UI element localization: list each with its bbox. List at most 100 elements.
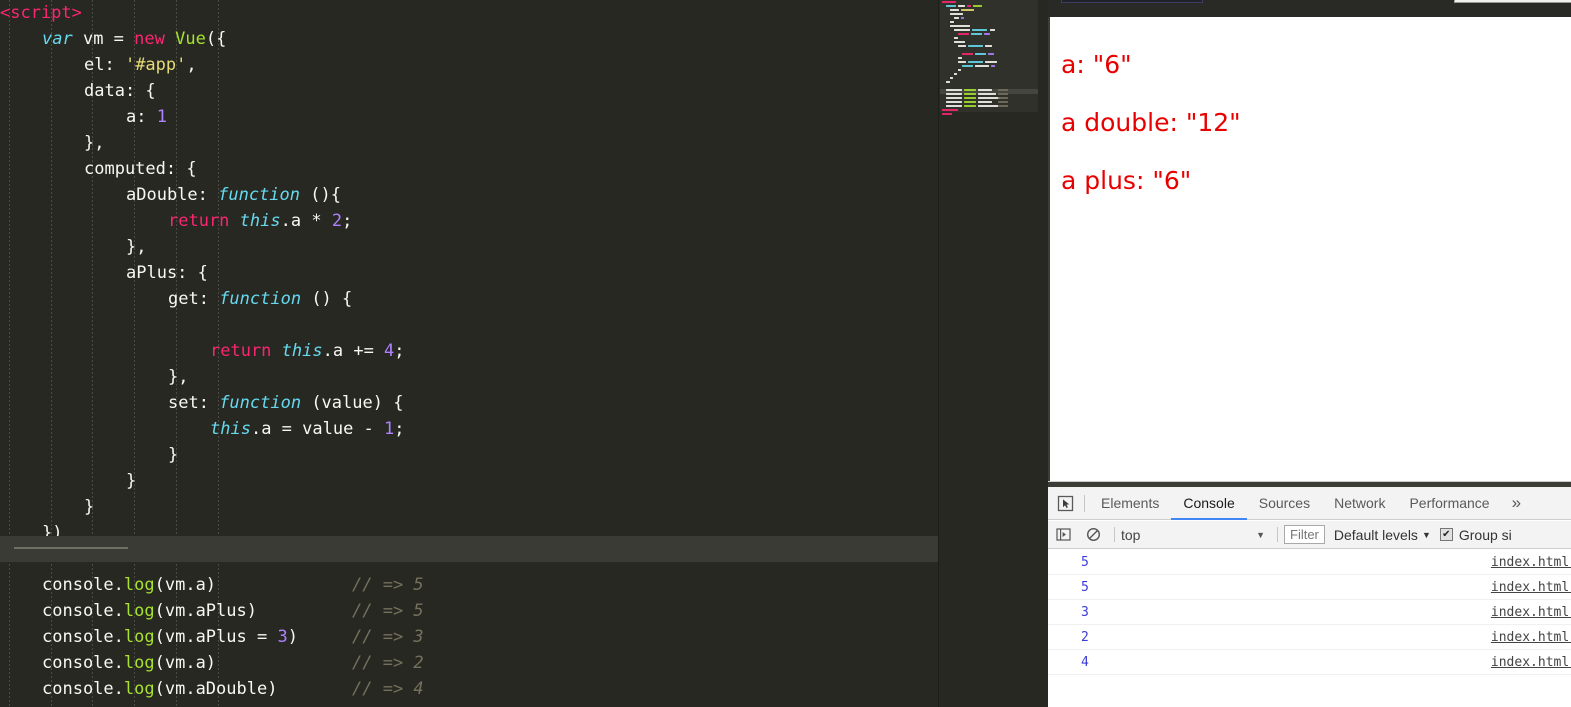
minimap-rows: [940, 0, 1038, 116]
more-tabs-chevron-icon[interactable]: »: [1502, 487, 1531, 520]
code-token: 1: [384, 419, 395, 439]
minimap-token: [998, 104, 1008, 107]
minimap-token: [950, 12, 963, 15]
minimap-token: [962, 64, 973, 67]
toolbar-remnant[interactable]: [1454, 0, 1571, 3]
code-token: .: [113, 653, 124, 673]
chevron-down-icon-2: ▼: [1421, 529, 1431, 540]
code-token: log: [123, 627, 155, 647]
page-output-a-plus: a plus: "6": [1061, 166, 1192, 195]
code-line-indent: [0, 81, 84, 101]
minimap-token: [946, 92, 962, 95]
checkbox-checked-icon[interactable]: ✔: [1439, 528, 1453, 541]
minimap-token: [954, 28, 970, 31]
minimap-token: [946, 80, 950, 83]
console-sidebar-toggle-icon[interactable]: [1048, 521, 1078, 549]
execution-context-select[interactable]: top ▼: [1121, 527, 1271, 543]
code-token: },: [84, 133, 105, 153]
minimap-token: [975, 64, 989, 67]
code-line: }: [0, 494, 939, 520]
console-message-list[interactable]: 5 index.html: 5 index.html: 3 index.html: 2 ind…: [1048, 550, 1571, 707]
code-comment: // => 4: [352, 679, 424, 699]
code-line: <script>: [0, 0, 939, 26]
minimap-token: [978, 88, 992, 91]
code-token: (){: [300, 185, 341, 205]
code-token: return: [168, 211, 230, 231]
tab-sources[interactable]: Sources: [1247, 487, 1322, 520]
code-token: ,: [186, 55, 197, 75]
code-token: ({: [205, 29, 227, 49]
minimap-token: [998, 96, 1008, 99]
tab-network[interactable]: Network: [1322, 487, 1397, 520]
minimap-token: [985, 44, 992, 47]
tab-performance[interactable]: Performance: [1397, 487, 1501, 520]
code-token: 3: [277, 627, 288, 647]
minimap-token: [991, 64, 995, 67]
tab-elements[interactable]: Elements: [1089, 487, 1171, 520]
execution-context-label: top: [1121, 526, 1141, 543]
minimap-token: [946, 88, 962, 91]
minimap-token: [958, 56, 962, 59]
minimap-token: [958, 44, 966, 47]
console-row[interactable]: 3 index.html:: [1048, 600, 1571, 625]
code-line-indent: [0, 289, 168, 309]
code-token: }: [168, 445, 179, 465]
minimap-token: [954, 40, 965, 43]
console-row[interactable]: 4 index.html:: [1048, 650, 1571, 675]
code-token: }: [126, 471, 137, 491]
code-token: function: [219, 393, 302, 413]
minimap-token: [972, 28, 987, 31]
devtools-tabs: Elements Console Sources Network Performance: [1089, 487, 1502, 520]
code-token: .: [113, 601, 124, 621]
code-line: computed: {: [0, 156, 939, 182]
minimap-token: [978, 92, 996, 95]
code-token: ;: [394, 419, 405, 439]
code-token: ): [287, 627, 298, 647]
code-line: },: [0, 234, 939, 260]
folded-region-band[interactable]: [0, 536, 939, 562]
clear-console-icon[interactable]: [1078, 521, 1108, 549]
console-row-source-link[interactable]: index.html:: [1491, 605, 1571, 620]
console-row-value: 4: [1081, 654, 1089, 670]
code-line-indent: [0, 653, 42, 673]
code-token: .: [113, 679, 124, 699]
code-token: ;: [342, 211, 353, 231]
console-row[interactable]: 5 index.html:: [1048, 575, 1571, 600]
editor-vertical-scrollbar[interactable]: [1038, 0, 1048, 707]
code-text[interactable]: <script> var vm = new Vue({el: '#app', dat…: [0, 0, 939, 707]
code-token: (vm.a): [154, 575, 217, 595]
tab-console[interactable]: Console: [1171, 487, 1246, 520]
console-row-source-link[interactable]: index.html:: [1491, 655, 1571, 670]
editor-minimap[interactable]: [940, 0, 1038, 707]
console-row[interactable]: 2 index.html:: [1048, 625, 1571, 650]
chevron-down-icon: ▼: [1256, 529, 1265, 540]
console-filter-input[interactable]: Filter: [1284, 525, 1325, 544]
minimap-token: [954, 36, 958, 39]
inspect-element-icon[interactable]: [1048, 487, 1082, 520]
devtools-panel: Elements Console Sources Network Performance…: [1048, 481, 1571, 707]
console-row-source-link[interactable]: index.html:: [1491, 555, 1571, 570]
code-editor-pane[interactable]: <script> var vm = new Vue({el: '#app', dat…: [0, 0, 939, 707]
browser-pane: a: "6" a double: "12" a plus: "6" Elemen…: [1048, 0, 1571, 707]
code-token: log: [123, 653, 155, 673]
minimap-token: [958, 4, 965, 7]
filterbar-divider-1: [1114, 527, 1115, 542]
code-line-indent: [0, 627, 42, 647]
code-line-indent: [0, 497, 84, 517]
code-token: (vm.a): [154, 653, 217, 673]
minimap-token: [998, 100, 1008, 103]
code-line-indent: [0, 575, 42, 595]
group-similar-toggle[interactable]: ✔ Group si: [1439, 527, 1512, 543]
console-row[interactable]: 5 index.html:: [1048, 550, 1571, 575]
code-token: set:: [168, 393, 220, 413]
log-levels-select[interactable]: Default levels ▼: [1334, 527, 1431, 543]
console-row-source-link[interactable]: index.html:: [1491, 630, 1571, 645]
console-row-source-link[interactable]: index.html:: [1491, 580, 1571, 595]
code-line-indent: [0, 159, 84, 179]
code-token: (value) {: [301, 393, 404, 413]
code-line: this.a = value - 1;: [0, 416, 939, 442]
minimap-token: [961, 16, 964, 19]
address-bar-remnant[interactable]: [1061, 0, 1203, 3]
